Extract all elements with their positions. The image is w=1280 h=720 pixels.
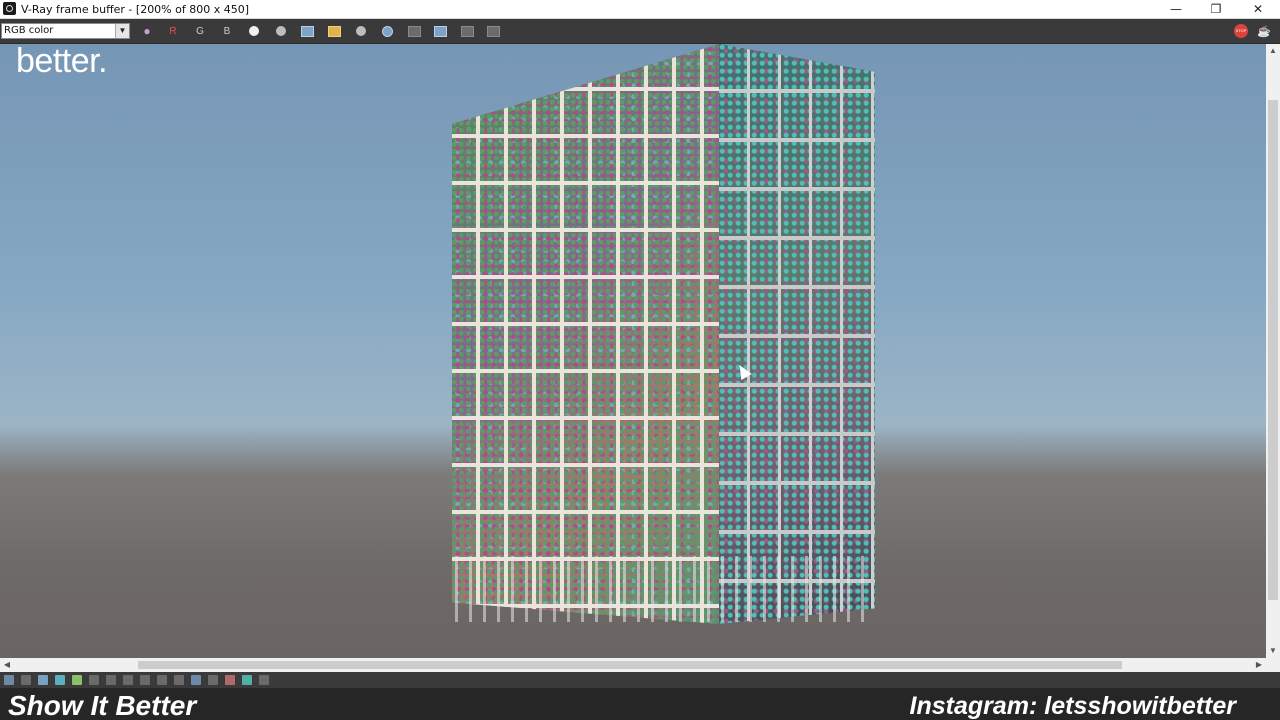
show-corrections-icon[interactable] (457, 23, 477, 39)
vray-app-icon (3, 2, 16, 15)
render-last-icon[interactable] (483, 23, 503, 39)
scroll-down-icon[interactable]: ▼ (1266, 644, 1280, 658)
vfb-toolbar: RGB color ▼ ● R G B STOP ☕ (0, 19, 1280, 44)
vfb-color-correct-icon[interactable] (72, 675, 82, 685)
building-side-facade (719, 44, 875, 624)
channel-select[interactable]: RGB color ▼ (1, 23, 130, 39)
channel-select-value: RGB color (4, 25, 54, 36)
scroll-left-icon[interactable]: ◀ (0, 658, 14, 672)
vertical-scrollbar[interactable]: ▲ ▼ (1266, 44, 1280, 658)
vfb-lens-icon[interactable] (55, 675, 65, 685)
chevron-down-icon: ▼ (115, 24, 129, 38)
vfb-ab-compare-icon[interactable] (225, 675, 235, 685)
clear-image-icon[interactable] (351, 23, 371, 39)
restore-button[interactable]: ❐ (1196, 0, 1236, 18)
vfb-curve-icon[interactable] (106, 675, 116, 685)
scrollbar-corner (1266, 658, 1280, 672)
vfb-exposure-icon[interactable] (123, 675, 133, 685)
save-image-icon[interactable] (297, 23, 317, 39)
link-to-vfb-icon[interactable] (430, 23, 450, 39)
red-channel-button[interactable]: R (163, 23, 183, 39)
scroll-right-icon[interactable]: ▶ (1252, 658, 1266, 672)
region-render-icon[interactable] (404, 23, 424, 39)
green-channel-button[interactable]: G (190, 23, 210, 39)
watermark-band: Show It Better Instagram: letsshowitbett… (0, 688, 1280, 720)
blue-channel-button[interactable]: B (217, 23, 237, 39)
vfb-bottom-toolbar (0, 672, 1280, 688)
vfb-history-icon[interactable] (4, 675, 14, 685)
mono-dot-icon[interactable] (271, 23, 291, 39)
vfb-pixel-info-icon[interactable] (157, 675, 167, 685)
brand-watermark: Show It Better (8, 690, 197, 720)
track-mouse-icon[interactable] (377, 23, 397, 39)
teapot-icon[interactable]: ☕ (1256, 24, 1272, 38)
close-button[interactable]: ✕ (1238, 0, 1278, 18)
building-ground-floor (455, 556, 875, 622)
vfb-list-icon[interactable] (21, 675, 31, 685)
load-image-icon[interactable] (324, 23, 344, 39)
instagram-watermark: Instagram: letsshowitbetter (909, 692, 1236, 720)
vfb-compare-icon[interactable] (191, 675, 201, 685)
color-channels-icon[interactable]: ● (137, 23, 157, 39)
white-dot-icon[interactable] (244, 23, 264, 39)
vertical-scroll-thumb[interactable] (1268, 100, 1278, 600)
overlay-caption: better. (16, 44, 108, 80)
vfb-h-icon[interactable] (208, 675, 218, 685)
window-title: V-Ray frame buffer - [200% of 800 x 450] (21, 3, 250, 16)
render-viewport[interactable]: better. (0, 44, 1266, 658)
vfb-split-icon[interactable] (242, 675, 252, 685)
minimize-button[interactable]: — (1156, 0, 1196, 18)
horizontal-scrollbar[interactable]: ◀ ▶ (0, 658, 1266, 672)
horizontal-scroll-thumb[interactable] (138, 661, 1122, 669)
building-front-facade (452, 44, 719, 624)
title-bar: V-Ray frame buffer - [200% of 800 x 450]… (0, 0, 1280, 19)
vfb-add-icon[interactable] (259, 675, 269, 685)
scroll-up-icon[interactable]: ▲ (1266, 44, 1280, 58)
vfb-graph-icon[interactable] (174, 675, 184, 685)
stop-render-button[interactable]: STOP (1234, 24, 1248, 38)
vfb-lut-icon[interactable] (140, 675, 150, 685)
vfb-levels-icon[interactable] (89, 675, 99, 685)
vfb-info-icon[interactable] (38, 675, 48, 685)
